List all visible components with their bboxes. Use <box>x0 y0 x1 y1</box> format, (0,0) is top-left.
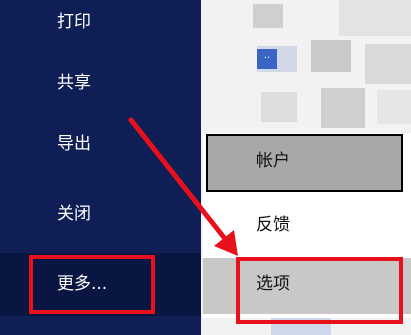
submenu-item-account[interactable]: 帐户 <box>256 151 290 171</box>
backstage-nav-panel: 打印 共享 导出 关闭 更多... <box>0 0 201 335</box>
blurred-block <box>365 44 411 84</box>
submenu-item-options[interactable]: 选项 <box>256 274 290 294</box>
blurred-block <box>339 0 411 36</box>
nav-item-close[interactable]: 关闭 <box>57 204 91 224</box>
submenu-item-feedback[interactable]: 反馈 <box>256 215 290 235</box>
submenu-item-account-box[interactable] <box>206 134 403 192</box>
blurred-block <box>261 92 297 122</box>
nav-item-more[interactable]: 更多... <box>57 274 107 294</box>
blurred-blue-chip: .. <box>257 49 277 69</box>
screenshot-stage: 打印 共享 导出 关闭 更多... .. 帐户 反馈 选项 <box>0 0 411 335</box>
nav-item-share[interactable]: 共享 <box>57 73 91 93</box>
nav-item-export[interactable]: 导出 <box>57 134 91 154</box>
nav-item-print[interactable]: 打印 <box>57 12 91 32</box>
blurred-block <box>253 4 283 28</box>
blurred-block <box>321 88 365 128</box>
blurred-block <box>377 90 411 124</box>
options-row-hover <box>203 258 411 314</box>
blurred-block <box>311 40 351 72</box>
